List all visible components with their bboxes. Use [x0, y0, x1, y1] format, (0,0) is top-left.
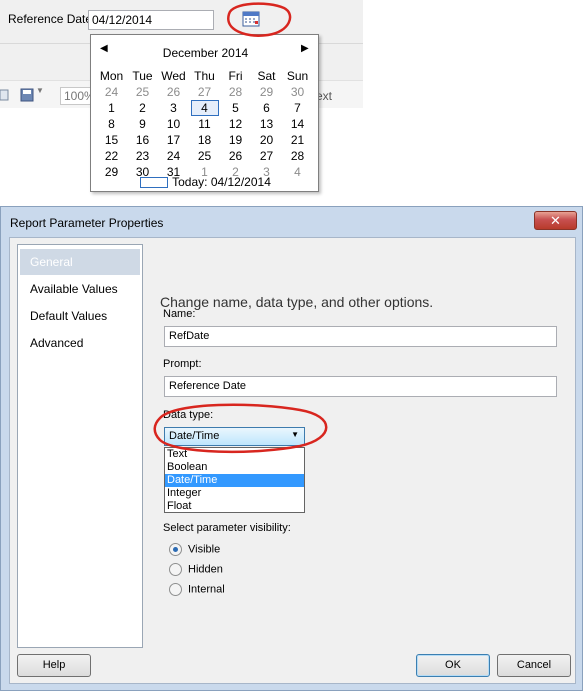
calendar-day[interactable]: 14 — [282, 116, 313, 132]
nav-item-default-values[interactable]: Default Values — [20, 303, 140, 329]
reference-date-label: Reference Date — [8, 12, 93, 26]
visibility-label: Select parameter visibility: — [163, 522, 291, 534]
calendar-icon[interactable] — [242, 10, 260, 28]
calendar-day[interactable]: 28 — [220, 84, 251, 100]
selected-day-label: 4 — [190, 100, 219, 116]
weekday-header: Tue — [132, 69, 153, 83]
calendar-day[interactable]: 17 — [158, 132, 189, 148]
calendar-day[interactable]: 26 — [158, 84, 189, 100]
calendar-day[interactable]: 27 — [251, 148, 282, 164]
nav-panel: General Available Values Default Values … — [17, 244, 143, 648]
name-field[interactable]: RefDate — [164, 326, 557, 347]
radio-visible[interactable]: Visible — [169, 543, 220, 556]
calendar-week-row: 1 2 3 4 5 6 7 — [96, 100, 313, 116]
calendar-day[interactable]: 25 — [127, 84, 158, 100]
calendar-day[interactable]: 16 — [127, 132, 158, 148]
date-picker-popup: ◀ ▶ December 2014 Mon Tue Wed Thu Fri Sa… — [90, 34, 319, 192]
name-label: Name: — [163, 308, 196, 320]
dropdown-option-boolean[interactable]: Boolean — [165, 461, 304, 474]
close-button[interactable]: ✕ — [534, 211, 577, 230]
calendar-day[interactable]: 11 — [189, 116, 220, 132]
weekday-header: Mon — [99, 69, 124, 83]
calendar-day[interactable]: 3 — [158, 100, 189, 116]
data-type-select[interactable]: Date/Time ▼ — [164, 427, 305, 446]
calendar-day[interactable]: 21 — [282, 132, 313, 148]
weekday-header: Sun — [286, 69, 309, 83]
calendar-day[interactable]: 12 — [220, 116, 251, 132]
calendar-week-row: 22 23 24 25 26 27 28 — [96, 148, 313, 164]
dropdown-option-text[interactable]: Text — [165, 448, 304, 461]
weekday-header-row: Mon Tue Wed Thu Fri Sat Sun — [96, 68, 313, 84]
radio-unchecked-icon — [169, 563, 182, 576]
calendar-day[interactable]: 13 — [251, 116, 282, 132]
dropdown-option-datetime[interactable]: Date/Time — [165, 474, 304, 487]
dialog-titlebar[interactable]: Report Parameter Properties ✕ — [1, 207, 582, 237]
calendar-day[interactable]: 7 — [282, 100, 313, 116]
calendar-day[interactable]: 2 — [127, 100, 158, 116]
nav-item-advanced[interactable]: Advanced — [20, 330, 140, 356]
calendar-day[interactable]: 6 — [251, 100, 282, 116]
calendar-grid: Mon Tue Wed Thu Fri Sat Sun 24 25 26 27 … — [96, 68, 313, 180]
calendar-day[interactable]: 10 — [158, 116, 189, 132]
radio-internal[interactable]: Internal — [169, 583, 225, 596]
radio-checked-icon — [169, 543, 182, 556]
dialog-body: General Available Values Default Values … — [9, 237, 576, 684]
radio-unchecked-icon — [169, 583, 182, 596]
radio-visible-label: Visible — [188, 543, 221, 556]
calendar-day[interactable]: 25 — [189, 148, 220, 164]
calendar-day-selected[interactable]: 4 — [189, 100, 220, 116]
save-dropdown-icon[interactable]: ▼ — [36, 86, 50, 100]
ok-button[interactable]: OK — [416, 654, 490, 677]
dialog-title: Report Parameter Properties — [10, 216, 164, 230]
cancel-button[interactable]: Cancel — [497, 654, 571, 677]
help-button[interactable]: Help — [17, 654, 91, 677]
weekday-header: Sat — [257, 69, 276, 83]
today-link[interactable]: Today: 04/12/2014 — [91, 175, 320, 189]
calendar-day[interactable]: 24 — [96, 84, 127, 100]
reference-date-input[interactable]: 04/12/2014 — [88, 10, 214, 30]
data-type-label: Data type: — [163, 409, 214, 421]
weekday-header: Fri — [228, 69, 243, 83]
month-title[interactable]: December 2014 — [91, 46, 320, 60]
prompt-field[interactable]: Reference Date — [164, 376, 557, 397]
calendar-day[interactable]: 29 — [251, 84, 282, 100]
weekday-header: Thu — [194, 69, 215, 83]
calendar-day[interactable]: 23 — [127, 148, 158, 164]
dropdown-option-float[interactable]: Float — [165, 500, 304, 513]
radio-internal-label: Internal — [188, 583, 225, 596]
weekday-header: Wed — [161, 69, 186, 83]
calendar-day[interactable]: 18 — [189, 132, 220, 148]
calendar-day[interactable]: 1 — [96, 100, 127, 116]
page-icon[interactable] — [0, 88, 14, 102]
calendar-day[interactable]: 26 — [220, 148, 251, 164]
report-parameter-properties-dialog: Report Parameter Properties ✕ General Av… — [0, 206, 583, 691]
calendar-day[interactable]: 30 — [282, 84, 313, 100]
calendar-day[interactable]: 20 — [251, 132, 282, 148]
nav-item-general[interactable]: General — [20, 249, 140, 275]
calendar-day[interactable]: 15 — [96, 132, 127, 148]
calendar-day[interactable]: 27 — [189, 84, 220, 100]
chevron-down-icon: ▼ — [291, 430, 299, 439]
radio-hidden[interactable]: Hidden — [169, 563, 223, 576]
calendar-week-row: 24 25 26 27 28 29 30 — [96, 84, 313, 100]
calendar-week-row: 15 16 17 18 19 20 21 — [96, 132, 313, 148]
calendar-day[interactable]: 28 — [282, 148, 313, 164]
nav-item-available-values[interactable]: Available Values — [20, 276, 140, 302]
calendar-week-row: 8 9 10 11 12 13 14 — [96, 116, 313, 132]
calendar-day[interactable]: 8 — [96, 116, 127, 132]
calendar-day[interactable]: 22 — [96, 148, 127, 164]
calendar-day[interactable]: 24 — [158, 148, 189, 164]
today-swatch — [140, 177, 169, 189]
data-type-dropdown-list: Text Boolean Date/Time Integer Float — [164, 447, 305, 513]
dropdown-option-integer[interactable]: Integer — [165, 487, 304, 500]
calendar-day[interactable]: 9 — [127, 116, 158, 132]
save-icon[interactable] — [20, 88, 34, 102]
calendar-day[interactable]: 5 — [220, 100, 251, 116]
radio-hidden-label: Hidden — [188, 563, 223, 576]
data-type-value: Date/Time — [169, 430, 220, 442]
section-heading: Change name, data type, and other option… — [160, 294, 434, 310]
calendar-day[interactable]: 19 — [220, 132, 251, 148]
prompt-label: Prompt: — [163, 358, 202, 370]
today-label: Today: 04/12/2014 — [172, 175, 271, 189]
